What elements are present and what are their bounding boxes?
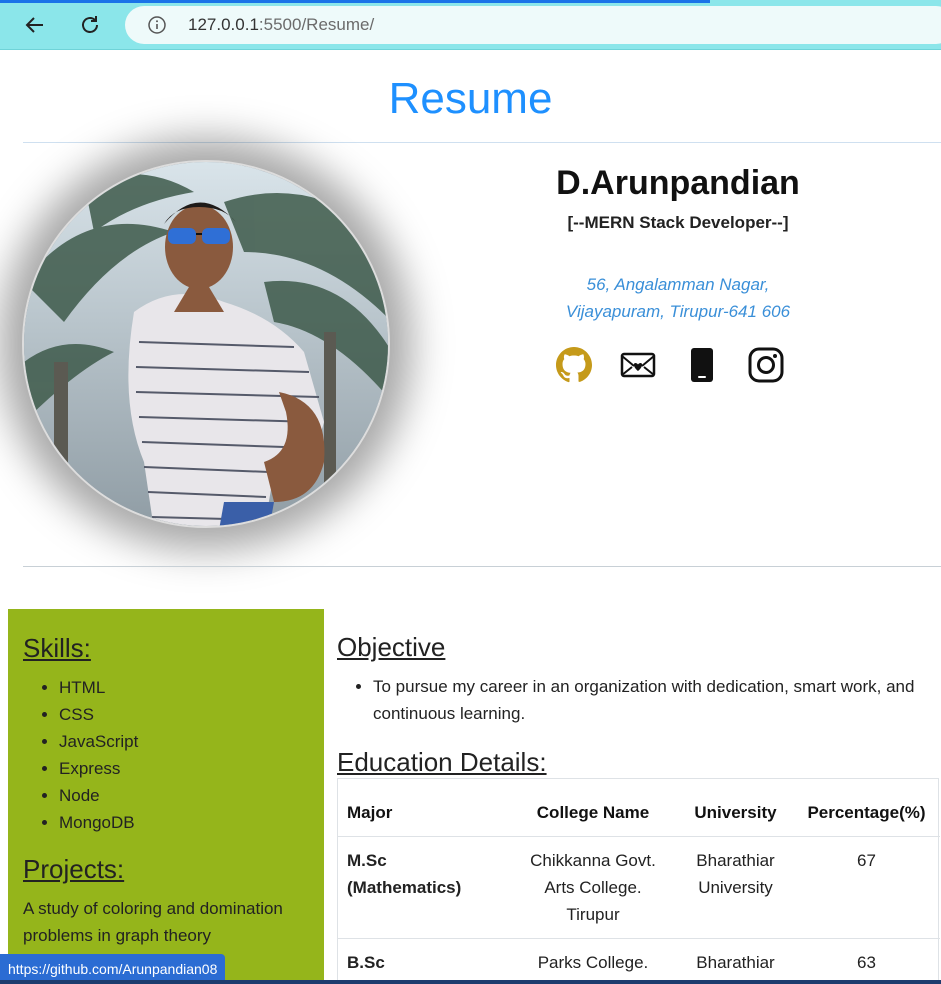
objective-list: To pursue my career in an organization w… [373, 673, 941, 727]
profile-photo [22, 160, 390, 528]
taskbar-edge [0, 980, 941, 984]
reload-button[interactable] [74, 9, 106, 41]
col-header-college: College Name [536, 803, 650, 822]
education-heading: Education Details: [337, 747, 547, 777]
back-arrow-icon [25, 17, 43, 33]
cell-percentage: 67 [793, 836, 940, 939]
title-divider [23, 142, 941, 143]
browser-toolbar: 127.0.0.1:5500/Resume/ [0, 0, 941, 50]
table-row: M.Sc (Mathematics) Chikkanna Govt. Arts … [338, 836, 940, 939]
social-links [555, 346, 785, 384]
address: 56, Angalamman Nagar, Vijayapuram, Tirup… [478, 271, 878, 325]
phone-icon[interactable] [683, 346, 721, 384]
cell-percentage: 63 [793, 938, 940, 984]
profile-photo-image [24, 162, 388, 526]
skill-item: MongoDB [59, 809, 309, 836]
sidebar: Skills: HTML CSS JavaScript Express Node… [8, 609, 324, 984]
table-header-row: Major College Name University Percentage… [338, 789, 940, 837]
page-load-progress [0, 0, 710, 3]
address-line-1: 56, Angalamman Nagar, [586, 275, 770, 294]
skills-list: HTML CSS JavaScript Express Node MongoDB [59, 674, 309, 836]
project-description: A study of coloring and domination probl… [23, 899, 283, 945]
col-header-major: Major [347, 803, 393, 822]
person-role: [--MERN Stack Developer--] [567, 213, 789, 232]
url-path: :5500/Resume/ [258, 15, 375, 34]
cell-college: Chikkanna Govt. Arts College. Tirupur [508, 836, 678, 939]
skills-heading: Skills: [23, 633, 91, 663]
main-content: Objective To pursue my career in an orga… [337, 632, 941, 984]
url-text: 127.0.0.1:5500/Resume/ [188, 15, 374, 35]
col-header-percentage: Percentage(%) [807, 803, 926, 822]
address-line-2: Vijayapuram, Tirupur-641 606 [565, 302, 791, 321]
skill-item: JavaScript [59, 728, 309, 755]
back-button[interactable] [19, 9, 51, 41]
site-info-icon[interactable] [147, 15, 167, 35]
instagram-icon[interactable] [747, 346, 785, 384]
cell-major: B.Sc (Mathematics) [338, 938, 508, 984]
cell-college: Parks College. Tirupur [508, 938, 678, 984]
objective-heading: Objective [337, 632, 446, 662]
objective-text: To pursue my career in an organization w… [373, 673, 941, 727]
reload-icon [82, 16, 98, 33]
person-name: D.Arunpandian [556, 164, 800, 202]
projects-heading: Projects: [23, 854, 125, 884]
table-row: B.Sc (Mathematics) Parks College. Tirupu… [338, 938, 940, 984]
email-icon[interactable] [619, 346, 657, 384]
skill-item: Node [59, 782, 309, 809]
cell-university: Bharathiar University [678, 836, 793, 939]
github-icon[interactable] [555, 346, 593, 384]
col-header-university: University [694, 803, 777, 822]
cell-major: M.Sc (Mathematics) [338, 836, 508, 939]
profile-divider [23, 566, 941, 567]
resume-page: Resume D.Arunpandian [--MERN Stack Devel… [0, 50, 941, 984]
skill-item: Express [59, 755, 309, 782]
page-title: Resume [388, 74, 553, 123]
skill-item: HTML [59, 674, 309, 701]
education-table-container: Major College Name University Percentage… [337, 778, 940, 984]
address-bar[interactable]: 127.0.0.1:5500/Resume/ [125, 6, 941, 44]
url-host: 127.0.0.1 [188, 15, 259, 34]
education-table: Major College Name University Percentage… [338, 789, 940, 984]
cell-university: Bharathiar University [678, 938, 793, 984]
skill-item: CSS [59, 701, 309, 728]
